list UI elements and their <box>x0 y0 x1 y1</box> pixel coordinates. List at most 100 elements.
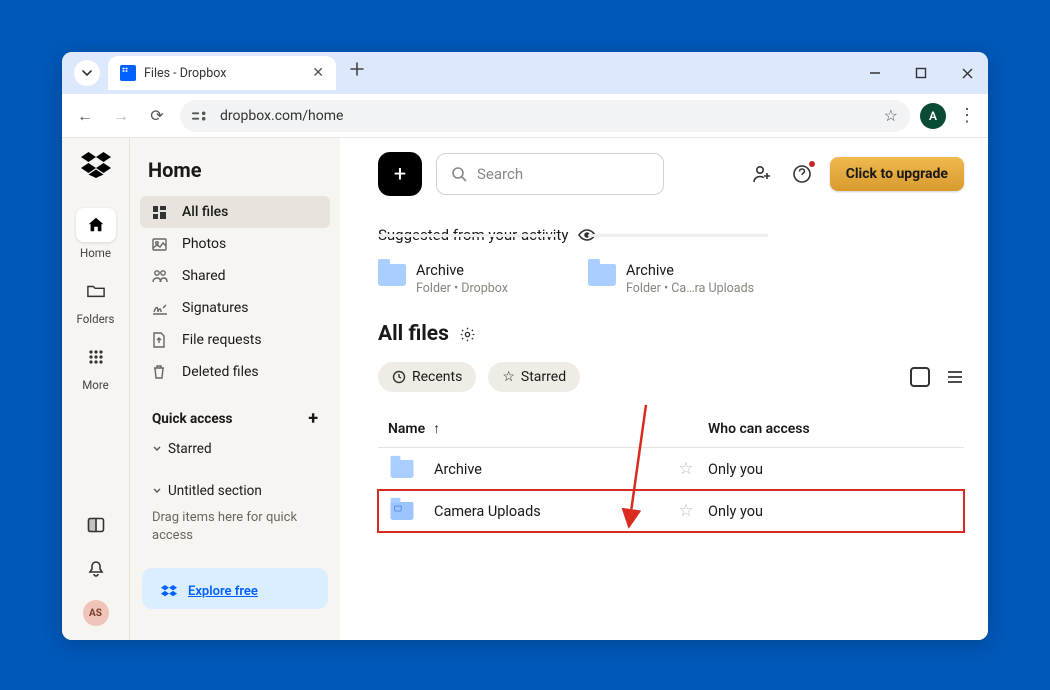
browser-profile-button[interactable]: A <box>920 103 946 129</box>
table-header: Name ↑ Who can access <box>378 410 964 448</box>
sidebar-item-deleted-files[interactable]: Deleted files <box>140 356 330 388</box>
browser-menu-icon[interactable]: ⋮ <box>956 105 978 126</box>
column-name-label[interactable]: Name <box>388 421 425 437</box>
rail-item-folders[interactable]: Folders <box>69 268 123 332</box>
nav-reload-icon[interactable]: ⟳ <box>144 106 170 125</box>
search-input[interactable]: Search <box>436 153 664 195</box>
all-files-label: All files <box>378 322 449 346</box>
add-quick-access-icon[interactable]: + <box>308 408 318 429</box>
sidebar-item-all-files[interactable]: All files <box>140 196 330 228</box>
promo-label: Explore free <box>188 584 258 599</box>
address-bar[interactable]: dropbox.com/home ☆ <box>180 100 910 132</box>
select-all-checkbox[interactable] <box>910 367 930 387</box>
sidebar-item-label: Deleted files <box>182 364 259 380</box>
upgrade-button[interactable]: Click to upgrade <box>830 157 964 191</box>
star-outline-icon[interactable]: ☆ <box>678 459 693 479</box>
signatures-icon <box>152 301 170 315</box>
folder-icon <box>391 460 414 478</box>
sidebar-item-label: Shared <box>182 268 226 284</box>
file-access: Only you <box>708 503 958 520</box>
sidebar-item-label: All files <box>182 204 228 220</box>
untitled-section-toggle[interactable]: Untitled section <box>144 477 326 505</box>
window-maximize-icon[interactable] <box>911 63 931 83</box>
sidebar-item-label: Signatures <box>182 300 249 316</box>
create-button[interactable]: + <box>378 152 422 196</box>
sidebar-title: Home <box>140 152 330 196</box>
profile-initial: A <box>929 109 937 123</box>
suggested-item[interactable]: Archive Folder • Ca…ra Uploads <box>588 262 778 296</box>
dropbox-logo-icon[interactable] <box>81 152 111 182</box>
browser-tab[interactable]: Files - Dropbox ✕ <box>108 56 336 90</box>
left-rail: Home Folders More AS <box>62 138 130 640</box>
avatar-initials: AS <box>89 608 102 619</box>
sidebar-item-signatures[interactable]: Signatures <box>140 292 330 324</box>
tab-list-button[interactable] <box>74 60 100 86</box>
user-avatar[interactable]: AS <box>83 600 109 626</box>
quick-access-hint: Drag items here for quick access <box>144 505 326 554</box>
suggested-item[interactable]: Archive Folder • Dropbox <box>378 262 568 296</box>
folder-icon <box>378 264 406 286</box>
search-icon <box>451 166 467 182</box>
sidebar-item-photos[interactable]: Photos <box>140 228 330 260</box>
new-tab-button[interactable] <box>350 62 364 76</box>
sidebar-panel: Home All files Photos Shared Signatures … <box>130 138 340 640</box>
column-access-label[interactable]: Who can access <box>708 421 958 437</box>
tab-close-icon[interactable]: ✕ <box>312 65 324 81</box>
quick-access-header: Quick access + <box>144 402 326 435</box>
suggested-subtitle: Folder • Dropbox <box>416 281 508 296</box>
sidebar-item-label: File requests <box>182 332 262 348</box>
notifications-bell-icon[interactable] <box>83 556 109 582</box>
grid-icon <box>76 340 116 374</box>
invite-icon[interactable] <box>750 162 774 186</box>
star-outline-icon[interactable]: ☆ <box>678 501 693 521</box>
clock-icon <box>392 370 406 384</box>
all-files-heading: All files <box>378 322 964 346</box>
filter-chip-row: Recents ☆ Starred <box>378 362 964 392</box>
help-icon[interactable] <box>790 162 814 186</box>
sidebar-toggle-icon[interactable] <box>83 512 109 538</box>
tab-title: Files - Dropbox <box>144 66 304 81</box>
starred-section-label: Starred <box>168 441 212 457</box>
sort-asc-icon[interactable]: ↑ <box>433 420 440 437</box>
search-placeholder: Search <box>477 165 523 183</box>
suggested-title: Archive <box>626 262 754 279</box>
chevron-down-icon <box>152 486 162 496</box>
rail-label: Folders <box>76 312 114 326</box>
rail-item-home[interactable]: Home <box>69 202 123 266</box>
dropbox-favicon <box>120 65 136 81</box>
chip-recents[interactable]: Recents <box>378 362 476 392</box>
sidebar-item-file-requests[interactable]: File requests <box>140 324 330 356</box>
gear-icon[interactable] <box>459 326 476 343</box>
home-icon <box>76 208 116 242</box>
shared-icon <box>152 269 170 283</box>
table-row[interactable]: Archive ☆ Only you <box>378 448 964 490</box>
nav-forward-icon[interactable]: → <box>108 106 134 126</box>
site-settings-icon[interactable] <box>192 109 210 123</box>
upgrade-label: Click to upgrade <box>846 166 948 182</box>
suggested-subtitle: Folder • Ca…ra Uploads <box>626 281 754 296</box>
star-icon: ☆ <box>502 369 515 385</box>
nav-back-icon[interactable]: ← <box>72 106 98 126</box>
window-close-icon[interactable] <box>957 63 978 84</box>
file-name: Camera Uploads <box>434 503 541 520</box>
folder-icon <box>76 274 116 308</box>
browser-window: Files - Dropbox ✕ ← → ⟳ dropbox.com/home… <box>62 52 988 640</box>
main-area: + Search Click to upgrade Suggested from… <box>340 138 988 640</box>
explore-free-promo[interactable]: Explore free <box>142 568 328 609</box>
sidebar-item-shared[interactable]: Shared <box>140 260 330 292</box>
file-access: Only you <box>708 461 958 478</box>
all-files-icon <box>152 205 170 220</box>
chip-label: Recents <box>412 369 462 385</box>
window-controls <box>865 52 978 94</box>
bookmark-star-icon[interactable]: ☆ <box>884 106 898 125</box>
list-view-icon[interactable] <box>946 369 964 385</box>
window-minimize-icon[interactable] <box>865 63 885 83</box>
file-name: Archive <box>434 461 482 478</box>
starred-section-toggle[interactable]: Starred <box>144 435 326 463</box>
app-content: Home Folders More AS Home All files <box>62 138 988 640</box>
rail-item-more[interactable]: More <box>69 334 123 398</box>
chip-starred[interactable]: ☆ Starred <box>488 362 580 392</box>
table-row[interactable]: Camera Uploads ☆ Only you <box>378 490 964 532</box>
file-requests-icon <box>152 332 170 348</box>
files-table: Name ↑ Who can access Archive ☆ Only you <box>378 410 964 532</box>
